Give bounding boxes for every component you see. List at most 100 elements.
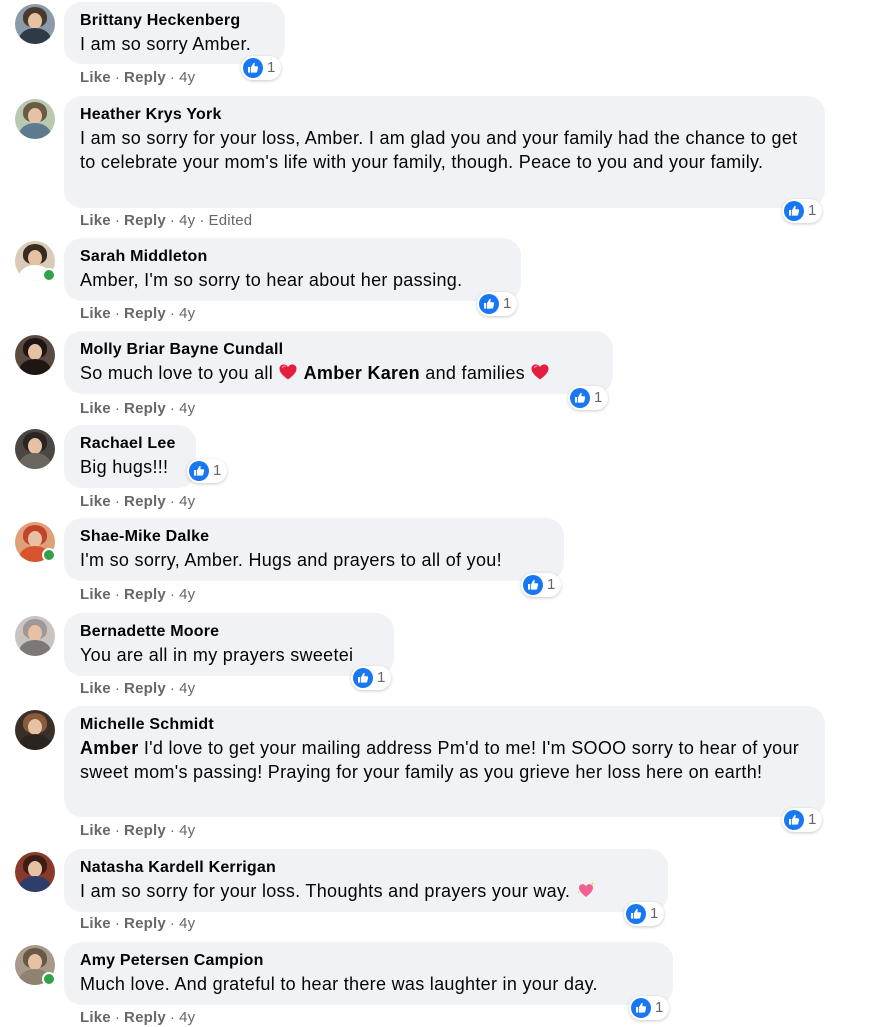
comment-text: Amber I'd love to get your mailing addre… (80, 736, 809, 784)
comment-author[interactable]: Amy Petersen Campion (80, 951, 657, 971)
reaction-number: 1 (650, 905, 659, 922)
online-status-dot (42, 548, 56, 562)
separator: · (114, 69, 121, 86)
reaction-count[interactable]: 1 (782, 199, 823, 223)
avatar[interactable] (15, 335, 55, 375)
reaction-count[interactable]: 1 (624, 902, 665, 926)
separator: · (169, 400, 176, 417)
reaction-number: 1 (808, 202, 817, 219)
reply-button[interactable]: Reply (124, 680, 166, 697)
comment-bubble: Michelle Schmidt Amber I'd love to get y… (64, 706, 825, 817)
timestamp[interactable]: 4y (179, 212, 195, 229)
comment-text: I am so sorry Amber. (80, 34, 252, 54)
reaction-count[interactable]: 1 (241, 56, 282, 80)
timestamp[interactable]: 4y (179, 69, 195, 86)
separator: · (169, 493, 176, 510)
like-button[interactable]: Like (80, 915, 111, 932)
reply-button[interactable]: Reply (124, 212, 166, 229)
reply-button[interactable]: Reply (124, 400, 166, 417)
comment-author[interactable]: Heather Krys York (80, 105, 809, 125)
like-button[interactable]: Like (80, 586, 111, 603)
reply-button[interactable]: Reply (124, 586, 166, 603)
timestamp[interactable]: 4y (179, 493, 195, 510)
reaction-count[interactable]: 1 (351, 666, 392, 690)
comment-actions: Like · Reply · 4y (80, 69, 195, 87)
like-icon (353, 668, 373, 688)
comment-bubble: Sarah Middleton Amber, I'm so sorry to h… (64, 238, 521, 301)
comment-author[interactable]: Bernadette Moore (80, 622, 378, 642)
red-heart-icon (530, 362, 550, 382)
text-segment: I'd love to get your mailing address Pm'… (80, 738, 800, 782)
reply-button[interactable]: Reply (124, 915, 166, 932)
red-heart-icon (278, 362, 298, 382)
timestamp[interactable]: 4y (179, 915, 195, 932)
comment-author[interactable]: Brittany Heckenberg (80, 11, 269, 31)
like-button[interactable]: Like (80, 400, 111, 417)
avatar[interactable] (15, 616, 55, 656)
comment-author[interactable]: Michelle Schmidt (80, 715, 809, 735)
comment-author[interactable]: Molly Briar Bayne Cundall (80, 340, 597, 360)
reaction-number: 1 (594, 389, 603, 406)
reply-button[interactable]: Reply (124, 305, 166, 322)
like-icon (784, 810, 804, 830)
comment-text: I am so sorry for your loss. Thoughts an… (80, 879, 652, 903)
like-icon (784, 201, 804, 221)
reaction-count[interactable]: 1 (629, 996, 670, 1020)
avatar[interactable] (15, 710, 55, 750)
edited-label[interactable]: Edited (209, 212, 253, 229)
separator: · (114, 680, 121, 697)
timestamp[interactable]: 4y (179, 1009, 195, 1026)
comment-bubble: Shae-Mike Dalke I'm so sorry, Amber. Hug… (64, 518, 564, 581)
like-button[interactable]: Like (80, 493, 111, 510)
timestamp[interactable]: 4y (179, 305, 195, 322)
separator: · (169, 586, 176, 603)
reaction-count[interactable]: 1 (782, 808, 823, 832)
text-segment: and families (425, 363, 525, 383)
reaction-count[interactable]: 1 (477, 292, 518, 316)
mention-link[interactable]: Amber (80, 738, 139, 758)
separator: · (114, 1009, 121, 1026)
reaction-number: 1 (213, 462, 222, 479)
mention-link[interactable]: Amber Karen (304, 363, 420, 383)
comment-actions: Like · Reply · 4y (80, 493, 195, 511)
like-button[interactable]: Like (80, 212, 111, 229)
online-status-dot (42, 268, 56, 282)
reaction-count[interactable]: 1 (521, 573, 562, 597)
timestamp[interactable]: 4y (179, 822, 195, 839)
reaction-count[interactable]: 1 (568, 386, 609, 410)
comment-author[interactable]: Sarah Middleton (80, 247, 505, 267)
comment-author[interactable]: Shae-Mike Dalke (80, 527, 548, 547)
avatar[interactable] (15, 99, 55, 139)
like-button[interactable]: Like (80, 305, 111, 322)
reply-button[interactable]: Reply (124, 69, 166, 86)
separator: · (169, 69, 176, 86)
like-button[interactable]: Like (80, 822, 111, 839)
timestamp[interactable]: 4y (179, 586, 195, 603)
like-button[interactable]: Like (80, 1009, 111, 1026)
reaction-number: 1 (547, 576, 556, 593)
reply-button[interactable]: Reply (124, 493, 166, 510)
reaction-number: 1 (655, 999, 664, 1016)
like-icon (626, 904, 646, 924)
avatar[interactable] (15, 852, 55, 892)
comment-author[interactable]: Natasha Kardell Kerrigan (80, 858, 652, 878)
avatar[interactable] (15, 429, 55, 469)
reaction-number: 1 (808, 811, 817, 828)
comment-author[interactable]: Rachael Lee (80, 434, 180, 454)
timestamp[interactable]: 4y (179, 680, 195, 697)
timestamp[interactable]: 4y (179, 400, 195, 417)
separator: · (169, 1009, 176, 1026)
reply-button[interactable]: Reply (124, 1009, 166, 1026)
comment-text: Amber, I'm so sorry to hear about her pa… (80, 270, 463, 290)
like-button[interactable]: Like (80, 69, 111, 86)
avatar[interactable] (15, 4, 55, 44)
text-segment: So much love to you all (80, 363, 273, 383)
comment-text: Big hugs!!! (80, 457, 169, 477)
like-button[interactable]: Like (80, 680, 111, 697)
reaction-count[interactable]: 1 (187, 459, 228, 483)
comment-text: I'm so sorry, Amber. Hugs and prayers to… (80, 550, 502, 570)
reply-button[interactable]: Reply (124, 822, 166, 839)
comment-bubble: Molly Briar Bayne Cundall So much love t… (64, 331, 613, 394)
comment-actions: Like · Reply · 4y (80, 400, 195, 418)
text-segment: I am so sorry for your loss. Thoughts an… (80, 881, 571, 901)
